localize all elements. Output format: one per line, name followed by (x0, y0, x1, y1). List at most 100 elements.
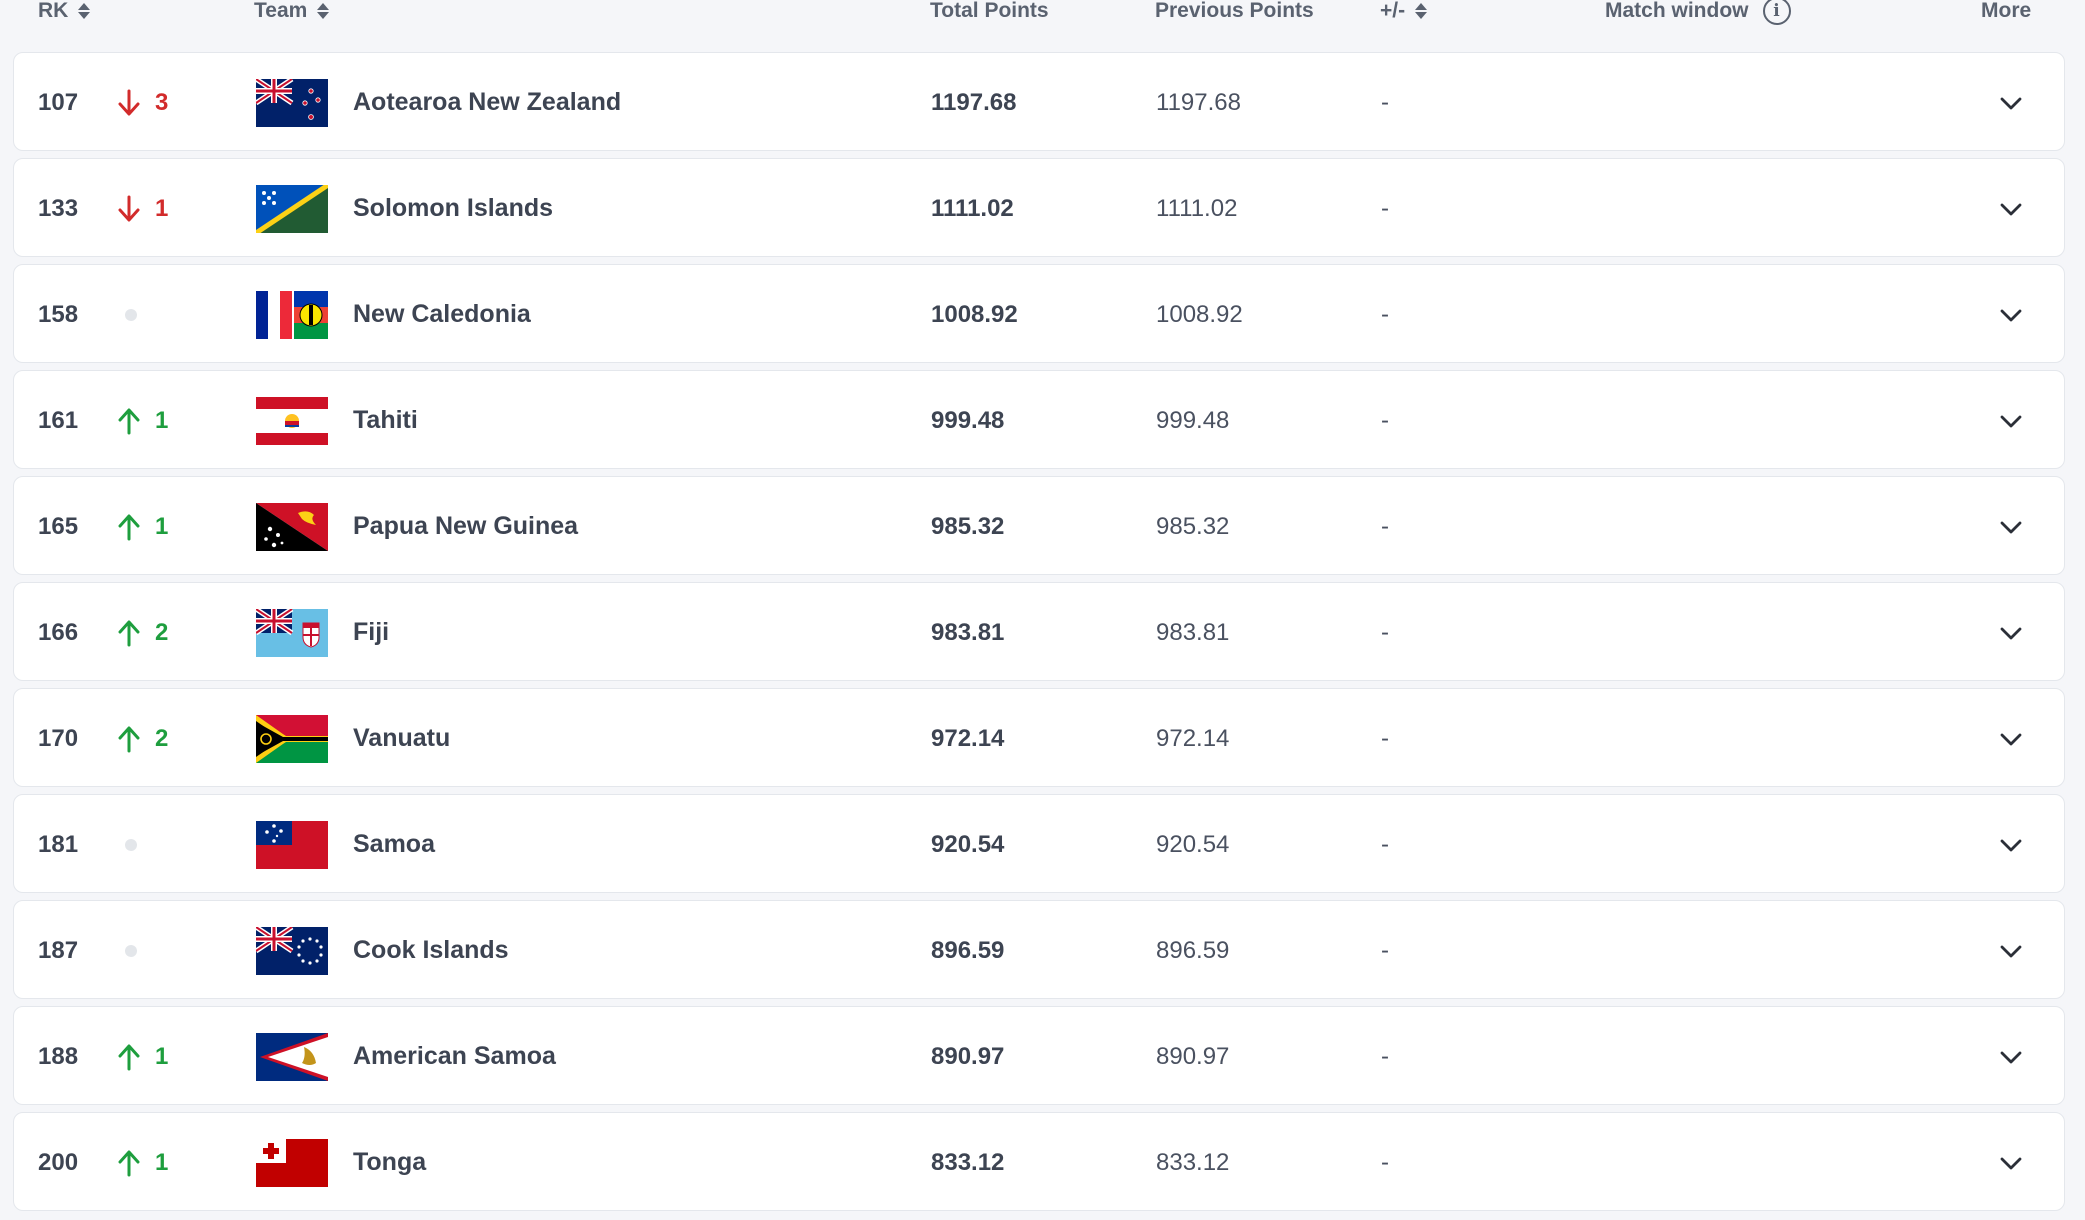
total-points: 999.48 (931, 406, 1005, 434)
total-points-column-header: Total Points (930, 0, 1049, 22)
expand-row-button[interactable] (1999, 1007, 2023, 1106)
expand-row-button[interactable] (1999, 477, 2023, 576)
chevron-down-icon[interactable] (1999, 201, 2023, 217)
rank: 161 (38, 406, 79, 434)
rank: 170 (38, 724, 79, 752)
sort-icon[interactable] (317, 3, 330, 19)
table-row[interactable]: 200 1 Tonga 833.12 833.12 - (13, 1112, 2065, 1211)
expand-row-button[interactable] (1999, 795, 2023, 894)
table-row[interactable]: 187 Cook Islands 896.59 896.59 - (13, 900, 2065, 999)
sam-flag-icon (256, 795, 328, 894)
rank: 181 (38, 830, 79, 858)
table-row[interactable]: 165 1 Papua New Guinea 985.32 985.32 - (13, 476, 2065, 575)
rank-change (117, 795, 137, 894)
rank-change-value: 1 (155, 1042, 169, 1070)
rank-change: 1 (117, 1113, 168, 1212)
plus-minus-column-header[interactable]: +/- (1380, 0, 1428, 24)
rank-change: 1 (117, 371, 168, 470)
chevron-down-icon[interactable] (1999, 307, 2023, 323)
expand-row-button[interactable] (1999, 371, 2023, 470)
rank-change-value: 2 (155, 724, 169, 752)
table-row[interactable]: 181 Samoa 920.54 920.54 - (13, 794, 2065, 893)
team-name[interactable]: Vanuatu (353, 689, 450, 788)
previous-points: 999.48 (1156, 406, 1230, 434)
expand-row-button[interactable] (1999, 159, 2023, 258)
previous-points: 1197.68 (1156, 88, 1241, 116)
arrow-up-icon (118, 408, 140, 434)
chevron-down-icon[interactable] (1999, 519, 2023, 535)
points-difference: - (1381, 88, 1389, 116)
team-name[interactable]: Tahiti (353, 371, 418, 470)
expand-row-button[interactable] (1999, 901, 2023, 1000)
expand-row-button[interactable] (1999, 1113, 2023, 1212)
arrow-up-icon (118, 726, 140, 752)
chevron-down-icon[interactable] (1999, 95, 2023, 111)
chevron-down-icon[interactable] (1999, 837, 2023, 853)
team-name[interactable]: American Samoa (353, 1007, 556, 1106)
team-column-header[interactable]: Team (254, 0, 330, 24)
team-name[interactable]: Papua New Guinea (353, 477, 578, 576)
rank-change: 2 (117, 689, 168, 788)
arrow-up-icon (118, 1044, 140, 1070)
chevron-down-icon[interactable] (1999, 413, 2023, 429)
total-points: 1197.68 (931, 88, 1017, 116)
previous-points-column-header: Previous Points (1155, 0, 1314, 22)
total-points: 890.97 (931, 1042, 1005, 1070)
cok-flag-icon (256, 901, 328, 1000)
rank-change-value: 1 (155, 194, 169, 222)
table-row[interactable]: 166 2 Fiji 983.81 983.81 - (13, 582, 2065, 681)
chevron-down-icon[interactable] (1999, 943, 2023, 959)
chevron-down-icon[interactable] (1999, 625, 2023, 641)
team-name[interactable]: New Caledonia (353, 265, 531, 364)
expand-row-button[interactable] (1999, 53, 2023, 152)
team-name[interactable]: Tonga (353, 1113, 426, 1212)
table-row[interactable]: 107 3 Aotearoa New Zealand 1197.68 1197.68 - (13, 52, 2065, 151)
total-points: 985.32 (931, 512, 1005, 540)
rank-change: 1 (117, 159, 168, 258)
table-row[interactable]: 161 1 Tahiti 999.48 999.48 - (13, 370, 2065, 469)
total-points: 1008.92 (931, 300, 1018, 328)
expand-row-button[interactable] (1999, 265, 2023, 364)
chevron-down-icon[interactable] (1999, 1049, 2023, 1065)
no-change-dot-icon (125, 308, 137, 321)
png-flag-icon (256, 477, 328, 576)
rank-change-value: 1 (155, 512, 169, 540)
chevron-down-icon[interactable] (1999, 731, 2023, 747)
arrow-down-icon (118, 195, 140, 221)
total-points: 1111.02 (931, 194, 1014, 222)
team-name[interactable]: Samoa (353, 795, 435, 894)
points-difference: - (1381, 1148, 1389, 1176)
previous-points: 833.12 (1156, 1148, 1230, 1176)
points-difference: - (1381, 830, 1389, 858)
team-name[interactable]: Solomon Islands (353, 159, 553, 258)
sort-icon[interactable] (78, 3, 91, 19)
expand-row-button[interactable] (1999, 583, 2023, 682)
rank-change-value: 1 (155, 1148, 169, 1176)
rank-change-value: 3 (155, 88, 169, 116)
previous-points: 985.32 (1156, 512, 1230, 540)
rank-change-value: 1 (155, 406, 169, 434)
arrow-up-icon (118, 620, 140, 646)
rank: 107 (38, 88, 79, 116)
table-row[interactable]: 188 1 American Samoa 890.97 890.97 - (13, 1006, 2065, 1105)
team-name[interactable]: Cook Islands (353, 901, 509, 1000)
table-row[interactable]: 158 New Caledonia 1008.92 1008.92 - (13, 264, 2065, 363)
rank: 200 (38, 1148, 79, 1176)
team-name[interactable]: Aotearoa New Zealand (353, 53, 621, 152)
table-row[interactable]: 170 2 Vanuatu 972.14 972.14 - (13, 688, 2065, 787)
sort-icon[interactable] (1415, 3, 1428, 19)
rk-column-header[interactable]: RK (38, 0, 91, 24)
previous-points: 890.97 (1156, 1042, 1230, 1070)
previous-points: 983.81 (1156, 618, 1230, 646)
total-points: 920.54 (931, 830, 1005, 858)
chevron-down-icon[interactable] (1999, 1155, 2023, 1171)
table-row[interactable]: 133 1 Solomon Islands 1111.02 1111.02 - (13, 158, 2065, 257)
rank-change: 3 (117, 53, 168, 152)
match-window-column-header: Match window i (1605, 0, 1791, 25)
previous-points: 1111.02 (1156, 194, 1238, 222)
info-icon[interactable]: i (1762, 0, 1791, 25)
total-points: 896.59 (931, 936, 1005, 964)
total-points: 983.81 (931, 618, 1005, 646)
expand-row-button[interactable] (1999, 689, 2023, 788)
team-name[interactable]: Fiji (353, 583, 389, 682)
